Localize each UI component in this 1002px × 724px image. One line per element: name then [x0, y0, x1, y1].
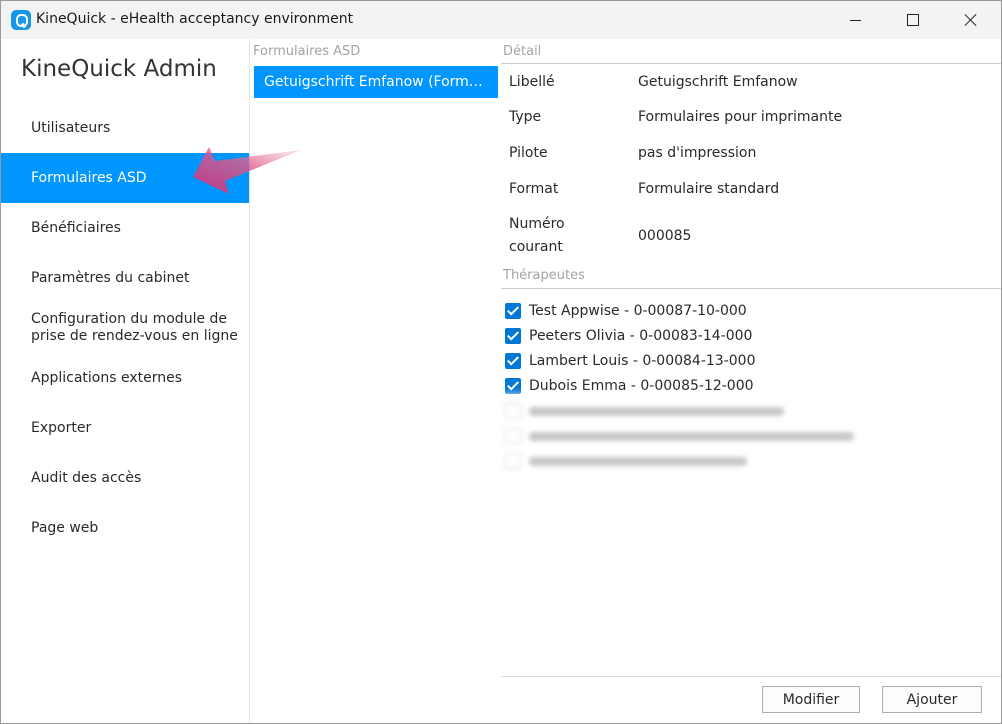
sidebar-item-label: Formulaires ASD — [31, 169, 147, 186]
checkbox-checked-icon[interactable] — [505, 328, 521, 344]
detail-pane: Détail Libellé Getuigschrift Emfanow Typ… — [501, 39, 1001, 723]
sidebar-item-label: Exporter — [31, 419, 92, 436]
therapist-row[interactable]: Peeters Olivia - 0-00083-14-000 — [505, 326, 752, 346]
detail-header: Détail — [503, 44, 542, 59]
sidebar: KineQuick Admin Utilisateurs Formulaires… — [1, 39, 301, 723]
sidebar-item-applications-externes[interactable]: Applications externes — [1, 353, 249, 403]
sidebar-item-page-web[interactable]: Page web — [1, 503, 249, 553]
field-label-format: Format — [509, 181, 559, 197]
list-item-label: Getuigschrift Emfanow (Form… — [264, 74, 483, 90]
therapists-header: Thérapeutes — [503, 268, 585, 283]
maximize-icon — [907, 14, 919, 26]
sidebar-item-parametres-cabinet[interactable]: Paramètres du cabinet — [1, 253, 249, 303]
checkbox-checked-icon[interactable] — [505, 378, 521, 394]
window-title: KineQuick - eHealth acceptancy environme… — [36, 11, 354, 27]
field-label-libelle: Libellé — [509, 74, 555, 90]
therapist-label: Test Appwise - 0-00087-10-000 — [529, 303, 747, 319]
sidebar-item-configuration-rdv[interactable]: Configuration du module de prise de rend… — [1, 303, 249, 353]
close-button[interactable] — [942, 1, 1000, 39]
close-icon — [964, 13, 978, 27]
sidebar-item-beneficiaires[interactable]: Bénéficiaires — [1, 203, 249, 253]
field-value-libelle: Getuigschrift Emfanow — [638, 74, 798, 90]
therapist-label: Lambert Louis - 0-00084-13-000 — [529, 353, 756, 369]
obscured-therapist-row — [505, 451, 747, 471]
sidebar-item-label: Applications externes — [31, 369, 183, 386]
list-header: Formulaires ASD — [253, 44, 361, 59]
app-window: KineQuick - eHealth acceptancy environme… — [0, 0, 1002, 724]
checkbox-checked-icon[interactable] — [505, 303, 521, 319]
divider — [501, 288, 1001, 289]
field-value-numero-courant: 000085 — [638, 228, 692, 244]
sidebar-item-label: Paramètres du cabinet — [31, 269, 190, 286]
list-item[interactable]: Getuigschrift Emfanow (Form… — [254, 66, 498, 98]
app-heading: KineQuick Admin — [21, 56, 217, 82]
add-button[interactable]: Ajouter — [882, 686, 982, 713]
field-label-pilote: Pilote — [509, 145, 548, 161]
checkbox-icon — [505, 428, 521, 444]
sidebar-item-label: Configuration du module de prise de rend… — [31, 311, 238, 344]
field-value-format: Formulaire standard — [638, 181, 780, 197]
minimize-icon — [849, 19, 861, 21]
modify-button[interactable]: Modifier — [762, 686, 860, 713]
sidebar-item-label: Page web — [31, 519, 99, 536]
title-bar: KineQuick - eHealth acceptancy environme… — [1, 1, 1001, 39]
checkbox-icon — [505, 403, 521, 419]
maximize-button[interactable] — [884, 1, 942, 39]
therapist-label: Peeters Olivia - 0-00083-14-000 — [529, 328, 753, 344]
field-label-numero-courant: Numéro courant — [509, 216, 565, 255]
therapist-row[interactable]: Lambert Louis - 0-00084-13-000 — [505, 351, 755, 371]
minimize-button[interactable] — [826, 1, 884, 39]
divider — [501, 676, 1001, 677]
sidebar-item-utilisateurs[interactable]: Utilisateurs — [1, 103, 249, 153]
forms-list-pane: Formulaires ASD Getuigschrift Emfanow (F… — [251, 39, 499, 723]
field-value-type: Formulaires pour imprimante — [638, 109, 843, 125]
field-value-pilote: pas d'impression — [638, 145, 757, 161]
sidebar-item-label: Utilisateurs — [31, 119, 111, 136]
therapist-label: Dubois Emma - 0-00085-12-000 — [529, 378, 754, 394]
divider — [501, 63, 1001, 64]
checkbox-icon — [505, 453, 521, 469]
field-label-type: Type — [509, 109, 542, 125]
sidebar-item-label: Audit des accès — [31, 469, 142, 486]
sidebar-item-label: Bénéficiaires — [31, 219, 121, 236]
obscured-therapist-row — [505, 426, 854, 446]
sidebar-item-exporter[interactable]: Exporter — [1, 403, 249, 453]
therapist-row[interactable]: Test Appwise - 0-00087-10-000 — [505, 301, 747, 321]
kinequick-app-icon — [11, 10, 31, 30]
obscured-therapist-row — [505, 401, 784, 421]
sidebar-item-audit-acces[interactable]: Audit des accès — [1, 453, 249, 503]
checkbox-checked-icon[interactable] — [505, 353, 521, 369]
